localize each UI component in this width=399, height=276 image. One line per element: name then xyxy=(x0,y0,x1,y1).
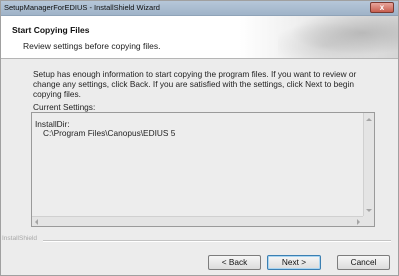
back-button[interactable]: < Back xyxy=(208,255,261,270)
horizontal-scrollbar[interactable] xyxy=(32,216,363,226)
current-settings-label: Current Settings: xyxy=(33,102,96,112)
installshield-brand: InstallShield xyxy=(2,235,38,242)
current-settings-box[interactable]: InstallDir: C:\Program Files\Canopus\EDI… xyxy=(31,112,375,227)
page-subtitle: Review settings before copying files. xyxy=(23,41,161,51)
header-banner-art xyxy=(278,16,398,58)
scroll-left-arrow-icon[interactable] xyxy=(35,219,38,225)
close-icon[interactable]: x xyxy=(370,2,394,13)
cancel-button[interactable]: Cancel xyxy=(337,255,390,270)
installer-window: SetupManagerForEDIUS - InstallShield Wiz… xyxy=(0,0,399,276)
wizard-header: Start Copying Files Review settings befo… xyxy=(1,16,398,59)
page-title: Start Copying Files xyxy=(12,25,90,35)
vertical-scrollbar[interactable] xyxy=(363,113,374,217)
description-text: Setup has enough information to start co… xyxy=(33,69,357,99)
scroll-right-arrow-icon[interactable] xyxy=(357,219,360,225)
next-button[interactable]: Next > xyxy=(267,255,321,270)
scrollbar-corner xyxy=(363,216,374,226)
scroll-down-arrow-icon[interactable] xyxy=(366,209,372,212)
settings-value-installdir: C:\Program Files\Canopus\EDIUS 5 xyxy=(43,128,176,138)
scroll-up-arrow-icon[interactable] xyxy=(366,118,372,121)
window-title: SetupManagerForEDIUS - InstallShield Wiz… xyxy=(4,3,160,12)
title-bar[interactable]: SetupManagerForEDIUS - InstallShield Wiz… xyxy=(1,1,398,16)
footer-divider xyxy=(43,240,391,242)
